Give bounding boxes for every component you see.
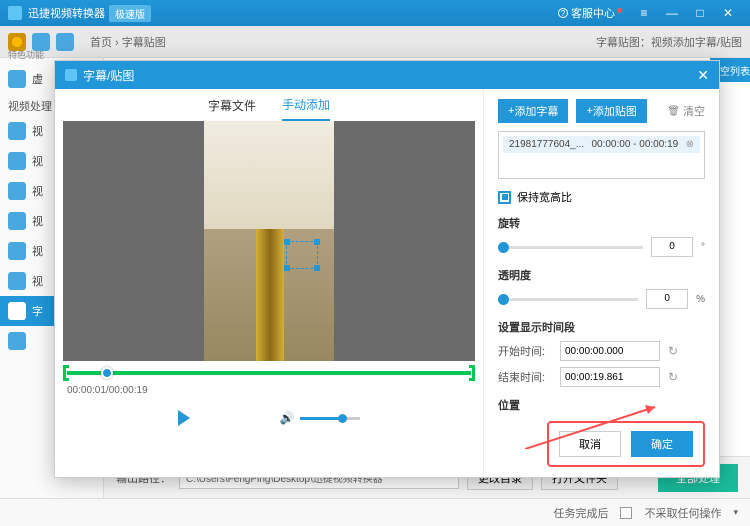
opacity-label: 透明度 xyxy=(498,267,705,283)
sidebar-icon xyxy=(8,272,26,290)
end-time-input[interactable] xyxy=(560,367,660,387)
no-action-label: 不采取任何操作 xyxy=(644,505,721,521)
edition-badge: 极速版 xyxy=(109,5,151,22)
maximize-button[interactable]: □ xyxy=(686,6,714,20)
notification-dot xyxy=(617,8,622,13)
keep-ratio-checkbox[interactable] xyxy=(498,191,511,204)
dialog-close-button[interactable]: ✕ xyxy=(697,67,709,84)
dialog-icon xyxy=(65,69,77,81)
toolbar: 特色功能 首页 › 字幕贴图 字幕贴图：视频添加字幕/贴图 xyxy=(0,26,750,58)
sidebar-icon xyxy=(8,182,26,200)
reset-end-icon[interactable]: ↻ xyxy=(668,370,678,384)
tab-manual-add[interactable]: 手动添加 xyxy=(282,90,330,121)
tool-icon-2[interactable] xyxy=(56,33,74,51)
volume-icon[interactable]: 🔊 xyxy=(280,411,295,425)
video-preview[interactable] xyxy=(63,121,475,361)
play-button[interactable] xyxy=(178,410,190,426)
sidebar-icon xyxy=(8,70,26,88)
help-center-button[interactable]: ? 客服中心 xyxy=(558,5,622,21)
time-display: 00:00:01/00:00:19 xyxy=(63,385,475,396)
start-time-input[interactable] xyxy=(560,341,660,361)
list-item[interactable]: 21981777604_... 00:00:00 - 00:00:19 ⊗ xyxy=(503,136,700,153)
timeline[interactable] xyxy=(63,365,475,383)
opacity-value[interactable]: 0 xyxy=(646,289,688,309)
dropdown-icon[interactable]: ▾ xyxy=(733,507,738,518)
breadcrumb[interactable]: 首页 › 字幕贴图 xyxy=(90,34,166,50)
remove-item-icon[interactable]: ⊗ xyxy=(686,139,694,150)
cancel-button[interactable]: 取消 xyxy=(559,431,621,457)
clear-button[interactable]: 🗑清空 xyxy=(667,103,705,119)
sidebar-icon xyxy=(8,332,26,350)
app-name: 迅捷视频转换器 xyxy=(28,5,105,21)
toolbar-tag: 特色功能 xyxy=(8,48,44,61)
add-subtitle-button[interactable]: + 添加字幕 xyxy=(498,99,568,123)
dialog-footer: 取消 确定 xyxy=(547,421,705,467)
rotate-label: 旋转 xyxy=(498,215,705,231)
timeline-handle[interactable] xyxy=(101,367,113,379)
settings-icon[interactable]: ≡ xyxy=(630,6,658,20)
end-time-label: 结束时间: xyxy=(498,369,552,385)
rotate-slider[interactable] xyxy=(498,246,643,249)
sidebar-icon xyxy=(8,242,26,260)
no-action-checkbox[interactable] xyxy=(620,507,632,519)
keep-ratio-label: 保持宽高比 xyxy=(517,189,572,205)
add-sticker-button[interactable]: + 添加贴图 xyxy=(576,99,646,123)
dialog-header[interactable]: 字幕/贴图 ✕ xyxy=(55,61,719,89)
position-label: 位置 xyxy=(498,397,705,413)
item-list: 21981777604_... 00:00:00 - 00:00:19 ⊗ xyxy=(498,131,705,179)
toolbar-desc: 字幕贴图：视频添加字幕/贴图 xyxy=(596,34,742,50)
opacity-slider[interactable] xyxy=(498,298,638,301)
minimize-button[interactable]: — xyxy=(658,6,686,20)
close-button[interactable]: ✕ xyxy=(714,6,742,20)
titlebar: 迅捷视频转换器 极速版 ? 客服中心 ≡ — □ ✕ xyxy=(0,0,750,26)
ok-button[interactable]: 确定 xyxy=(631,431,693,457)
selection-box[interactable] xyxy=(286,241,318,269)
rotate-value[interactable]: 0 xyxy=(651,237,693,257)
sidebar-icon xyxy=(8,212,26,230)
sidebar-icon xyxy=(8,122,26,140)
time-range-label: 设置显示时间段 xyxy=(498,319,705,335)
sidebar-icon xyxy=(8,152,26,170)
after-done-label: 任务完成后 xyxy=(553,505,608,521)
statusbar: 任务完成后 不采取任何操作 ▾ xyxy=(0,498,750,526)
tab-subtitle-file[interactable]: 字幕文件 xyxy=(208,91,256,120)
dialog-title: 字幕/贴图 xyxy=(83,67,134,84)
volume-slider[interactable] xyxy=(300,417,360,420)
app-icon xyxy=(8,6,22,20)
subtitle-sticker-dialog: 字幕/贴图 ✕ 字幕文件 手动添加 xyxy=(54,60,720,478)
sidebar-icon xyxy=(8,302,26,320)
start-time-label: 开始时间: xyxy=(498,343,552,359)
reset-start-icon[interactable]: ↻ xyxy=(668,344,678,358)
